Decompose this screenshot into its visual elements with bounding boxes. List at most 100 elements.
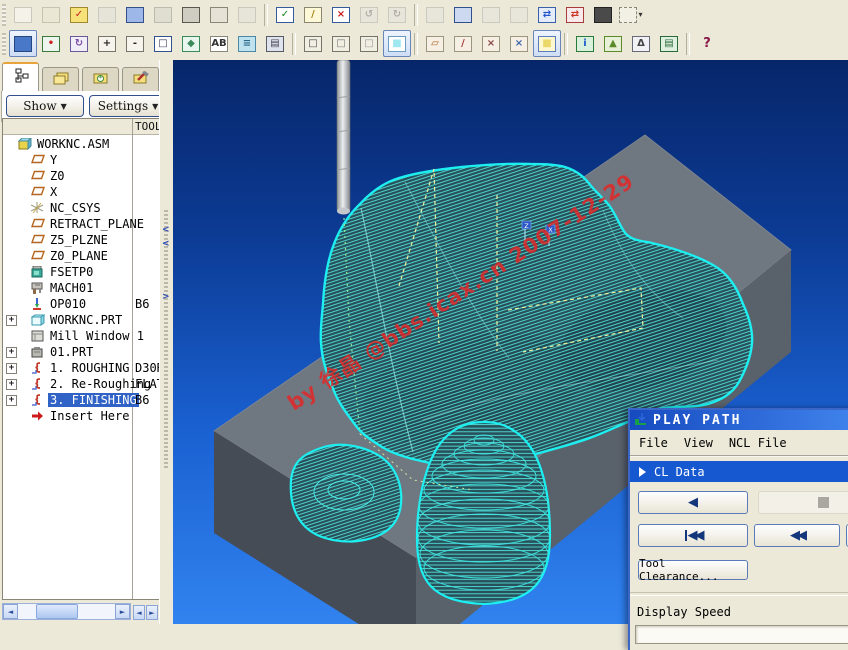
view-manager-button[interactable]: ▤ [261,30,289,57]
toolbar-grip[interactable] [2,32,6,55]
nc-output-button[interactable]: ▤ [655,30,683,57]
annotation-display-button[interactable]: ■ [533,30,561,57]
tree-item-z5-plzne[interactable]: Z5_PLZNE [3,232,159,248]
tree-item-op010[interactable]: OP010 B6 [3,296,159,312]
tree-item-label[interactable]: Z5_PLZNE [48,233,110,247]
paste-button[interactable] [477,1,505,28]
tree-item-mill-window-1[interactable]: Mill Window 1 [3,328,159,344]
tree-item-label[interactable]: FSETP0 [48,265,95,279]
show-button[interactable]: Show ▼ [6,95,84,117]
tab-connections[interactable] [122,67,159,91]
tree-item-mach01[interactable]: MACH01 [3,280,159,296]
model-link-button[interactable] [233,1,261,28]
rename-views-button[interactable]: AB [205,30,233,57]
tree-item-label[interactable]: WORKNC.ASM [35,137,111,151]
splitter-expand-icon[interactable]: > [162,292,170,302]
cut-button[interactable] [421,1,449,28]
datum-axis-display-button[interactable]: / [449,30,477,57]
zoom-in-button[interactable]: + [93,30,121,57]
tree-item-1-roughing[interactable]: +1. ROUGHING D30R [3,360,159,376]
zoom-window-button[interactable]: □ [149,30,177,57]
update-regenerate-button[interactable]: ⇄ [533,1,561,28]
menu-view[interactable]: View [684,436,713,450]
new-file-button[interactable] [9,1,37,28]
expand-icon[interactable]: + [6,379,17,390]
tab-model-tree[interactable] [2,62,39,91]
tree-item-worknc-asm[interactable]: WORKNC.ASM [3,136,159,152]
menu-ncl-file[interactable]: NCL File [729,436,787,450]
paste-special-button[interactable] [505,1,533,28]
tree-item-2-re-roughing[interactable]: +2. Re-RoughingFLAT [3,376,159,392]
tree-item-retract-plane[interactable]: RETRACT_PLANE [3,216,159,232]
play-backward-button[interactable]: ◀ [638,491,748,514]
panel-splitter[interactable]: < < > [159,60,173,624]
scroll-thumb[interactable] [36,604,78,619]
tree-item-x[interactable]: X [3,184,159,200]
edit-erase-button[interactable]: / [299,1,327,28]
accept-window-button[interactable]: ✓ [271,1,299,28]
tree-item-label[interactable]: RETRACT_PLANE [48,217,146,231]
expand-icon[interactable]: + [6,347,17,358]
column-scroll-right-button[interactable]: ► [146,605,158,620]
splitter-collapse-icon[interactable]: < [162,225,170,235]
tree-item-z0-plane[interactable]: Z0_PLANE [3,248,159,264]
tree-item-label[interactable]: Insert Here [48,409,131,423]
tree-item-label[interactable]: Z0 [48,169,66,183]
go-to-start-button[interactable]: ◀◀ [638,524,748,547]
toolbar-grip[interactable] [2,3,6,26]
stop-button[interactable] [758,491,848,514]
tree-item-z0[interactable]: Z0 [3,168,159,184]
delete-window-button[interactable]: × [327,1,355,28]
datum-plane-display-button[interactable]: ▱ [421,30,449,57]
scroll-right-button[interactable]: ► [115,604,130,619]
column-scroll-left-button[interactable]: ◄ [133,605,145,620]
layer-display-button[interactable]: ≡ [233,30,261,57]
expand-icon[interactable]: + [6,395,17,406]
backup-window-button[interactable] [149,1,177,28]
expand-icon[interactable]: + [6,363,17,374]
rewind-button[interactable]: ◀◀ [754,524,840,547]
tree-item-label[interactable]: 1. ROUGHING [48,361,131,375]
menu-file[interactable]: File [639,436,668,450]
repaint-button[interactable] [9,30,37,57]
tree-item-y[interactable]: Y [3,152,159,168]
context-help-button[interactable]: ? [693,30,721,57]
point-display-button[interactable]: × [477,30,505,57]
tree-item-worknc-prt[interactable]: + WORKNC.PRT [3,312,159,328]
find-button[interactable] [589,1,617,28]
tree-item-label[interactable]: OP010 [48,297,88,311]
tree-item-01-prt[interactable]: +01.PRT [3,344,159,360]
settings-button[interactable]: Settings ▼ [89,95,167,117]
selection-filter-button[interactable]: ▾ [617,1,645,28]
measure-button[interactable]: Δ [627,30,655,57]
zoom-out-button[interactable]: - [121,30,149,57]
tree-item-label[interactable]: WORKNC.PRT [48,313,124,327]
splitter-grip[interactable] [164,210,168,470]
scroll-left-button[interactable]: ◄ [3,604,18,619]
tree-item-label[interactable]: 01.PRT [48,345,95,359]
tree-item-nc-csys[interactable]: NC_CSYS [3,200,159,216]
cl-data-section-header[interactable]: CL Data [630,461,848,482]
print-button[interactable] [177,1,205,28]
play-path-titlebar[interactable]: PLAY PATH [630,410,848,430]
tree-item-fsetp0[interactable]: FSETP0 [3,264,159,280]
nc-seq-info-button[interactable]: i [571,30,599,57]
shaded-display-button[interactable]: ■ [383,30,411,57]
tree-item-label[interactable]: Z0_PLANE [48,249,110,263]
tree-item-3-finishing[interactable]: +3. FINISHING B6 [3,392,159,408]
undo-button[interactable]: ↺ [355,1,383,28]
display-speed-slider[interactable] [635,625,848,644]
splitter-collapse-icon-2[interactable]: < [162,239,170,249]
save-a-copy-button[interactable] [121,1,149,28]
tree-item-insert-here[interactable]: Insert Here [3,408,159,424]
spin-center-button[interactable]: • [37,30,65,57]
tree-hscrollbar[interactable]: ◄ ► [2,603,131,620]
tree-item-label[interactable]: Y [48,153,59,167]
redo-button[interactable]: ↻ [383,1,411,28]
tree-column-header[interactable]: TOOL [3,119,159,135]
tool-clearance-button[interactable]: Tool Clearance... [638,557,748,583]
tree-item-label[interactable]: X [48,185,59,199]
orient-mode-button[interactable]: ↻ [65,30,93,57]
tree-item-label[interactable]: NC_CSYS [48,201,103,215]
mail-model-button[interactable] [205,1,233,28]
